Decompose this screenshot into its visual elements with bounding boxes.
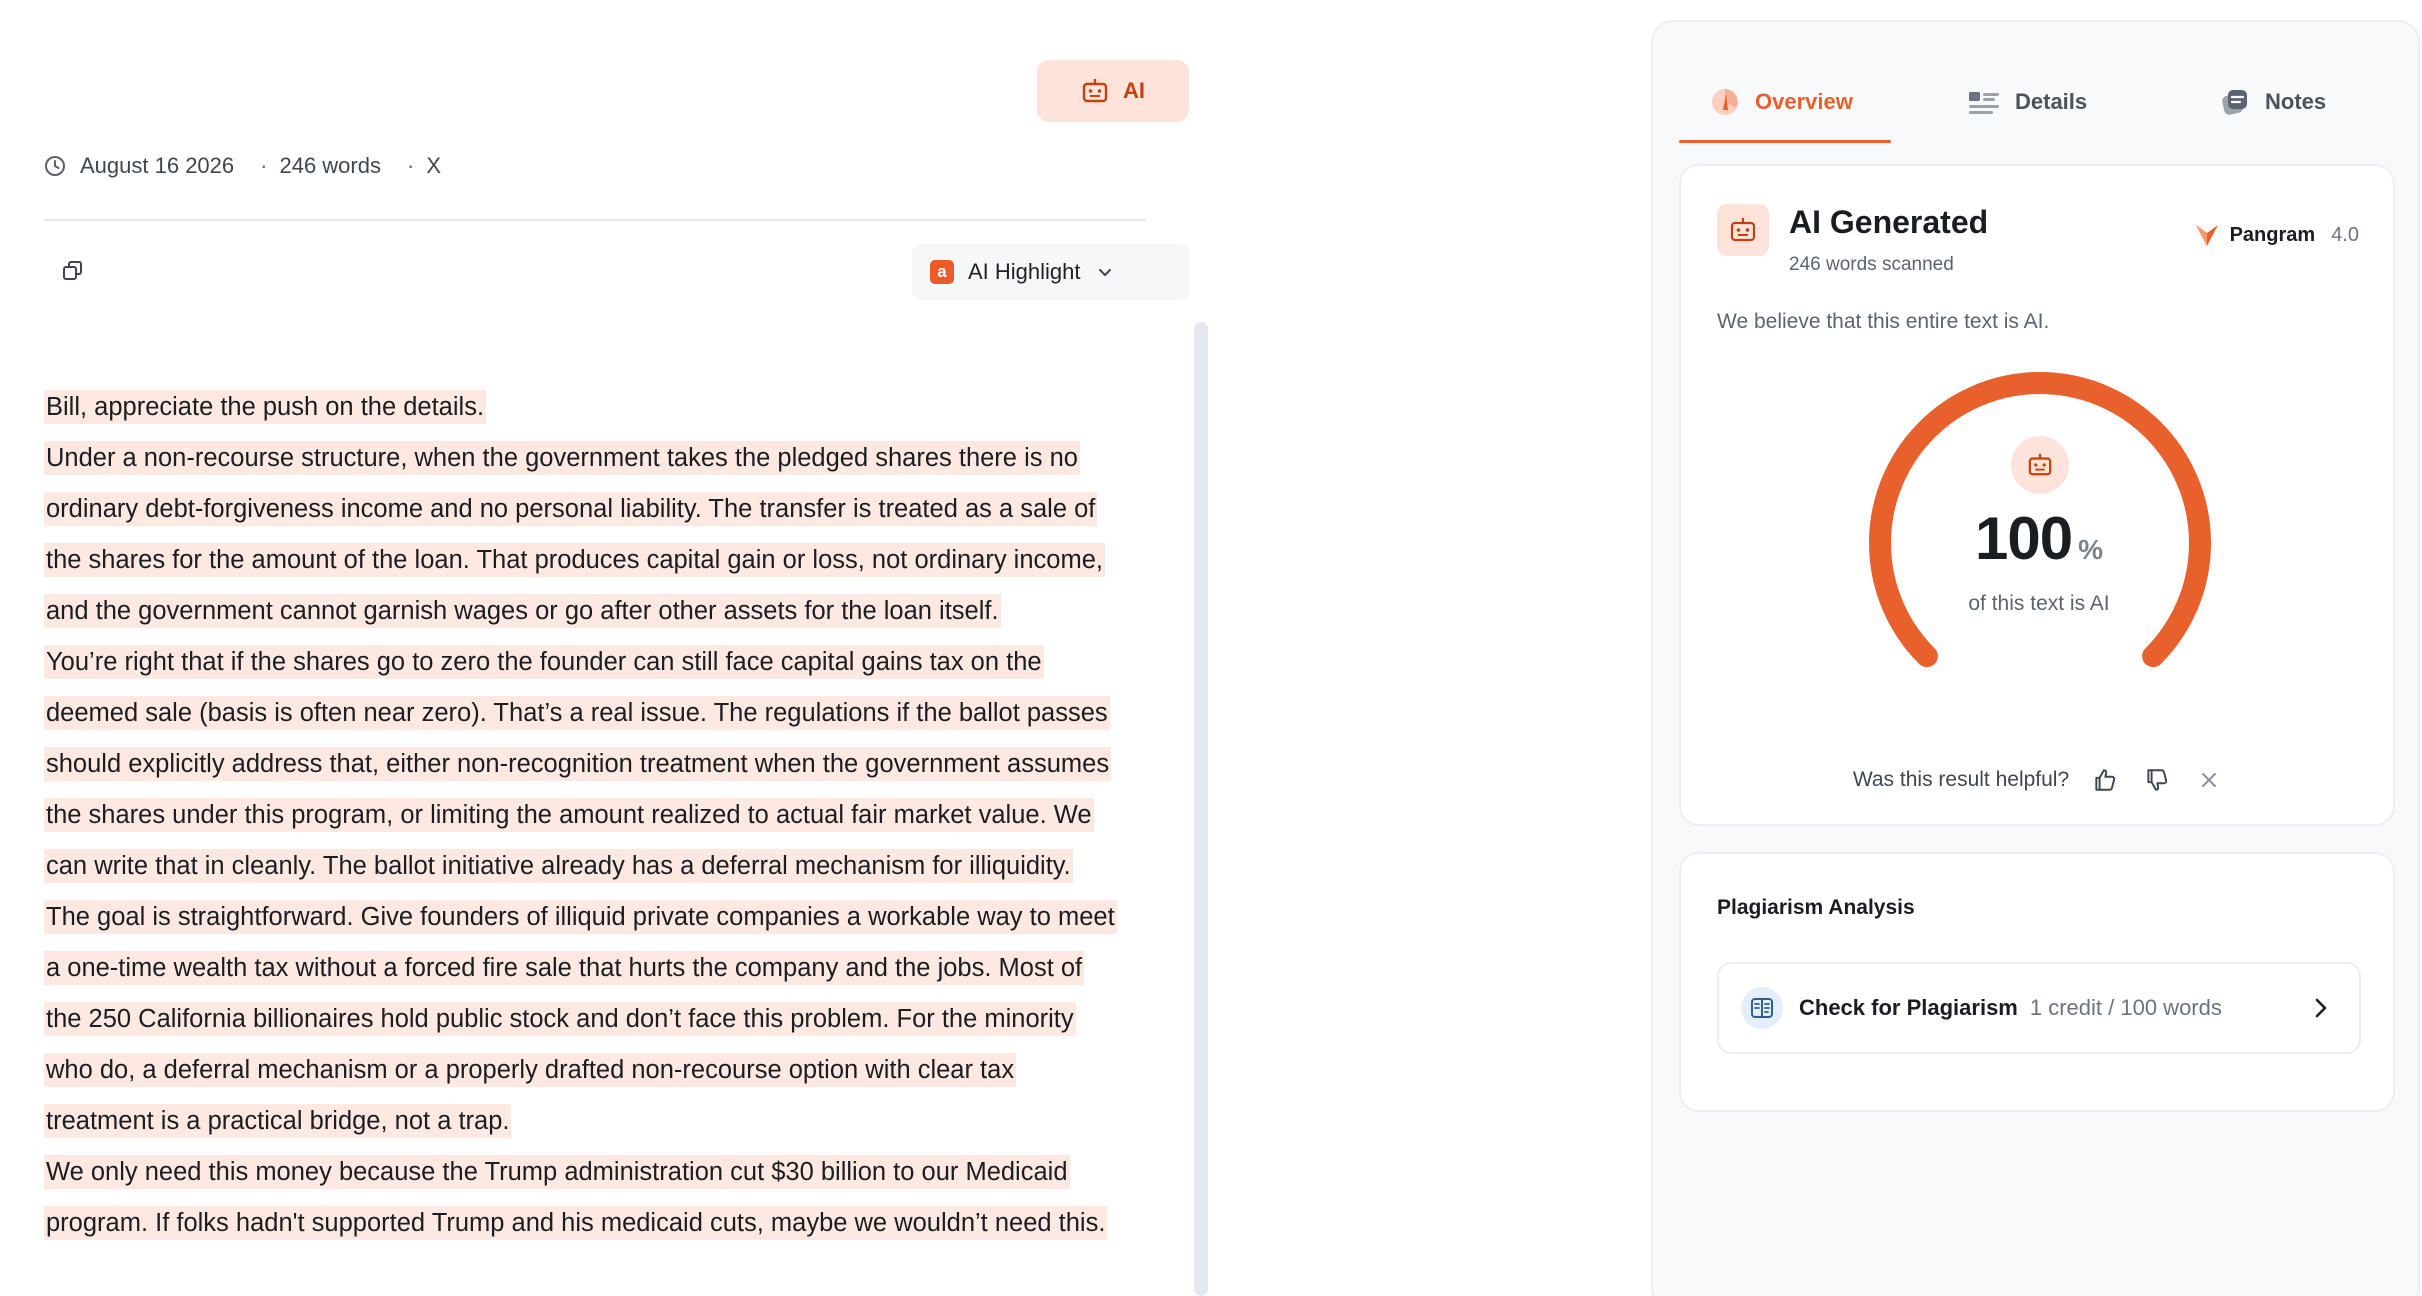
pangram-logo-icon	[2195, 225, 2218, 246]
details-icon	[1969, 92, 1999, 114]
ai-percentage: 100%	[1681, 504, 2397, 573]
check-plagiarism-label: Check for Plagiarism	[1799, 995, 2018, 1020]
active-tab-indicator	[1679, 140, 1891, 143]
divider	[44, 219, 1146, 221]
model-version: 4.0	[2331, 223, 2359, 246]
ai-badge-label: AI	[1123, 78, 1145, 103]
thumbs-up-icon[interactable]	[2089, 764, 2121, 796]
ai-percentage-value: 100	[1974, 505, 2073, 572]
feedback-prompt: Was this result helpful?	[1852, 768, 2070, 791]
document-date: August 16 2026	[80, 153, 235, 178]
thumbs-down-icon[interactable]	[2141, 764, 2173, 796]
result-robot-icon	[1717, 204, 1769, 256]
check-plagiarism-button[interactable]: Check for Plagiarism 1 credit / 100 word…	[1717, 962, 2361, 1054]
analysis-panel: Overview Details Notes AI Generated 246 …	[1651, 20, 2420, 1296]
document-word-count: 246 words	[279, 153, 381, 178]
meta-separator: ·	[406, 153, 415, 178]
tab-notes[interactable]: Notes	[2219, 62, 2326, 142]
model-name: Pangram	[2229, 223, 2316, 246]
text-line: You’re right that if the shares go to ze…	[44, 637, 1154, 688]
chevron-down-icon	[1098, 269, 1111, 276]
document-scrollbar[interactable]	[1194, 322, 1208, 1296]
document-body: Bill, appreciate the push on the details…	[44, 382, 1154, 1249]
text-line: deemed sale (basis is often near zero). …	[44, 688, 1154, 739]
text-line: who do, a deferral mechanism or a proper…	[44, 1045, 1154, 1096]
feedback-row: Was this result helpful?	[1681, 764, 2397, 796]
gauge-robot-icon	[2011, 436, 2069, 494]
model-badge: Pangram 4.0	[2194, 222, 2359, 248]
percent-sign: %	[2078, 534, 2103, 565]
document-meta: August 16 2026 · 246 words · X	[44, 150, 441, 182]
dismiss-icon[interactable]	[2193, 764, 2225, 796]
words-scanned: 246 words scanned	[1789, 254, 1954, 275]
text-line: the 250 California billionaires hold pub…	[44, 994, 1154, 1045]
highlighted-text: Bill, appreciate the push on the details…	[44, 382, 1154, 1249]
copy-icon[interactable]	[60, 258, 86, 284]
tab-details[interactable]: Details	[1967, 62, 2087, 142]
text-line: and the government cannot garnish wages …	[44, 586, 1154, 637]
document-area: AI August 16 2026 · 246 words · X a AI H…	[44, 0, 1208, 1296]
close-button[interactable]: X	[426, 153, 441, 179]
meta-separator: ·	[260, 153, 268, 178]
text-line: should explicitly address that, either n…	[44, 739, 1154, 790]
text-line: a one-time wealth tax without a forced f…	[44, 943, 1154, 994]
robot-icon	[1082, 79, 1108, 103]
text-line: Bill, appreciate the push on the details…	[44, 382, 1154, 433]
text-line: The goal is straightforward. Give founde…	[44, 892, 1154, 943]
text-line: ordinary debt-forgiveness income and no …	[44, 484, 1154, 535]
ai-badge[interactable]: AI	[1037, 60, 1189, 122]
plagiarism-icon	[1741, 987, 1783, 1029]
panel-tabs: Overview Details Notes	[1679, 62, 2393, 144]
overview-icon	[1712, 89, 1738, 115]
text-line: can write that in cleanly. The ballot in…	[44, 841, 1154, 892]
tab-overview[interactable]: Overview	[1709, 62, 1853, 142]
ai-percentage-caption: of this text is AI	[1968, 592, 2110, 615]
result-title: AI Generated	[1789, 204, 1989, 240]
text-line: the shares under this program, or limiti…	[44, 790, 1154, 841]
text-line: treatment is a practical bridge, not a t…	[44, 1096, 1154, 1147]
chevron-right-icon	[2315, 998, 2327, 1018]
text-line: program. If folks hadn't supported Trump…	[44, 1198, 1154, 1249]
text-line: Under a non-recourse structure, when the…	[44, 433, 1154, 484]
tab-details-label: Details	[2015, 89, 2088, 114]
ai-highlight-dropdown[interactable]: a AI Highlight	[912, 244, 1190, 300]
clock-icon	[45, 156, 65, 176]
text-line: the shares for the amount of the loan. T…	[44, 535, 1154, 586]
tab-overview-label: Overview	[1755, 89, 1853, 114]
result-summary: We believe that this entire text is AI.	[1717, 310, 2050, 333]
ai-result-card: AI Generated 246 words scanned Pangram 4…	[1679, 164, 2395, 826]
plagiarism-cost: 1 credit / 100 words	[2029, 995, 2222, 1020]
plagiarism-title: Plagiarism Analysis	[1717, 896, 1915, 919]
ai-highlight-label: AI Highlight	[968, 259, 1081, 284]
notes-icon	[2222, 90, 2247, 115]
highlight-logo-icon: a	[930, 260, 954, 284]
plagiarism-card: Plagiarism Analysis Check for Plagiarism…	[1679, 852, 2395, 1112]
text-line: We only need this money because the Trum…	[44, 1147, 1154, 1198]
tab-notes-label: Notes	[2265, 89, 2327, 114]
